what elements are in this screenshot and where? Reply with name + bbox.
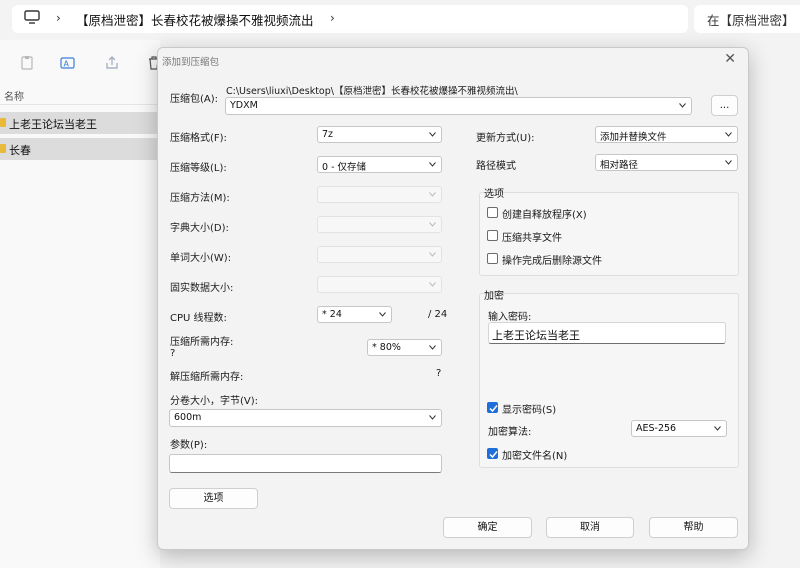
folder-icon: [0, 118, 6, 127]
chevron-right-icon[interactable]: ›: [330, 11, 335, 25]
add-to-archive-dialog: 添加到压缩包 ✕ 压缩包(A): C:\Users\liuxi\Desktop\…: [157, 47, 749, 550]
pathmode-label: 路径模式: [476, 161, 516, 172]
chevron-down-icon[interactable]: [725, 160, 732, 165]
chevron-down-icon: [429, 282, 436, 287]
volume-label: 分卷大小，字节(V):: [170, 396, 259, 407]
address-bar-area: › 【原档泄密】长春校花被爆操不雅视频流出 › 在【原档泄密】: [0, 0, 800, 40]
threads-max: / 24: [428, 309, 448, 320]
encrypt-names-checkbox[interactable]: [487, 448, 498, 459]
params-label: 参数(P):: [170, 440, 208, 451]
mem-decomp-label: 解压缩所需内存:: [170, 372, 244, 383]
chevron-down-icon: [429, 192, 436, 197]
close-icon[interactable]: ✕: [724, 51, 736, 67]
chevron-down-icon[interactable]: [379, 312, 386, 317]
mem-usage-select[interactable]: * 80%: [367, 339, 442, 356]
encryption-method-value: AES-256: [636, 423, 677, 434]
sfx-label: 创建自释放程序(X): [502, 210, 587, 221]
mem-usage-value: * 80%: [372, 342, 401, 353]
list-item[interactable]: 上老王论坛当老王: [0, 112, 160, 134]
options-group-title: 选项: [484, 189, 504, 200]
dict-select: [317, 216, 442, 233]
password-label: 输入密码:: [488, 312, 532, 323]
word-select: [317, 246, 442, 263]
cancel-button[interactable]: 取消: [546, 517, 634, 538]
encryption-method-select[interactable]: AES-256: [631, 420, 727, 437]
password-value: 上老王论坛当老王: [492, 329, 580, 342]
update-select[interactable]: 添加并替换文件: [595, 126, 738, 143]
folder-label: 上老王论坛当老王: [9, 118, 97, 131]
rename-icon[interactable]: A: [60, 55, 76, 71]
encryption-method-label: 加密算法:: [488, 427, 532, 438]
delete-after-checkbox[interactable]: [487, 253, 498, 264]
password-input[interactable]: 上老王论坛当老王: [488, 322, 726, 344]
solid-label: 固实数据大小:: [170, 283, 234, 294]
volume-value: 600m: [174, 412, 202, 423]
archive-path: C:\Users\liuxi\Desktop\【原档泄密】长春校花被爆操不雅视频…: [226, 86, 518, 97]
list-item[interactable]: 长春: [0, 138, 160, 160]
format-value: 7z: [322, 129, 334, 140]
encryption-group-title: 加密: [484, 291, 504, 302]
level-select[interactable]: 0 - 仅存储: [317, 156, 442, 173]
mem-comp-unknown: ?: [170, 348, 176, 359]
chevron-down-icon[interactable]: [429, 132, 436, 137]
chevron-down-icon[interactable]: [429, 345, 436, 350]
folder-label: 长春: [9, 144, 31, 157]
chevron-down-icon[interactable]: [725, 132, 732, 137]
chevron-down-icon: [429, 222, 436, 227]
divider: [0, 104, 160, 105]
delete-after-label: 操作完成后删除源文件: [502, 256, 602, 267]
options-button[interactable]: 选项: [169, 488, 258, 509]
volume-combo[interactable]: 600m: [169, 409, 442, 427]
shared-checkbox[interactable]: [487, 230, 498, 241]
paste-icon[interactable]: [19, 55, 35, 71]
dict-label: 字典大小(D):: [170, 223, 229, 234]
chevron-down-icon[interactable]: [429, 415, 436, 420]
chevron-down-icon[interactable]: [679, 103, 686, 108]
check-icon: [489, 405, 498, 413]
encrypt-names-label: 加密文件名(N): [502, 451, 568, 462]
archive-name-value: YDXM: [230, 100, 258, 111]
chevron-down-icon: [429, 252, 436, 257]
level-value: 0 - 仅存储: [322, 162, 367, 173]
archive-label: 压缩包(A):: [170, 94, 219, 105]
threads-select[interactable]: * 24: [317, 306, 392, 323]
word-label: 单词大小(W):: [170, 253, 232, 264]
dialog-title: 添加到压缩包: [162, 57, 220, 68]
params-input[interactable]: [169, 454, 442, 473]
format-label: 压缩格式(F):: [170, 133, 227, 144]
method-select: [317, 186, 442, 203]
chevron-down-icon[interactable]: [429, 162, 436, 167]
threads-label: CPU 线程数:: [170, 313, 227, 324]
ok-button[interactable]: 确定: [443, 517, 532, 538]
chevron-down-icon[interactable]: [714, 426, 721, 431]
help-button[interactable]: 帮助: [649, 517, 738, 538]
update-value: 添加并替换文件: [600, 132, 667, 143]
show-password-label: 显示密码(S): [502, 405, 557, 416]
search-input[interactable]: 在【原档泄密】: [707, 10, 795, 29]
threads-value: * 24: [322, 309, 342, 320]
show-password-checkbox[interactable]: [487, 402, 498, 413]
check-icon: [489, 451, 498, 459]
archive-name-combo[interactable]: YDXM: [225, 97, 692, 115]
monitor-icon[interactable]: [24, 10, 40, 24]
mem-decomp-unknown: ?: [436, 368, 442, 379]
mem-comp-label: 压缩所需内存:: [170, 337, 234, 348]
shared-label: 压缩共享文件: [502, 233, 562, 244]
pathmode-select[interactable]: 相对路径: [595, 154, 738, 171]
chevron-right-icon[interactable]: ›: [56, 11, 61, 25]
pathmode-value: 相对路径: [600, 160, 639, 171]
sfx-checkbox[interactable]: [487, 207, 498, 218]
address-path[interactable]: 【原档泄密】长春校花被爆操不雅视频流出: [76, 10, 314, 29]
format-select[interactable]: 7z: [317, 126, 442, 143]
svg-text:A: A: [64, 60, 70, 69]
update-label: 更新方式(U):: [476, 133, 535, 144]
column-header-name[interactable]: 名称: [4, 88, 24, 103]
method-label: 压缩方法(M):: [170, 193, 230, 204]
level-label: 压缩等级(L):: [170, 163, 227, 174]
solid-select: [317, 276, 442, 293]
folder-icon: [0, 144, 6, 153]
browse-button[interactable]: ...: [711, 95, 738, 116]
share-icon[interactable]: [104, 55, 120, 71]
